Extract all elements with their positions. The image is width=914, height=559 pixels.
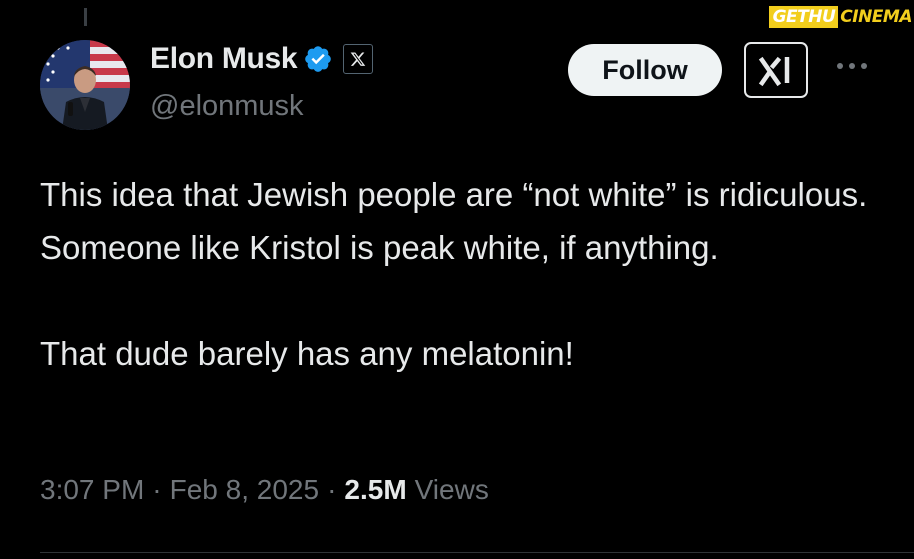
tweet-time[interactable]: 3:07 PM bbox=[40, 474, 144, 506]
tweet-date[interactable]: Feb 8, 2025 bbox=[170, 474, 319, 506]
x-logo-icon[interactable] bbox=[343, 44, 374, 74]
watermark-part-a: GETHU bbox=[768, 6, 839, 28]
verified-badge-icon[interactable] bbox=[303, 44, 333, 74]
avatar[interactable] bbox=[40, 40, 130, 130]
watermark-part-b: CINEMA bbox=[840, 7, 912, 27]
divider bbox=[40, 552, 914, 553]
meta-separator: · bbox=[152, 474, 162, 505]
meta-separator: · bbox=[327, 474, 337, 505]
author-name-row: Elon Musk bbox=[150, 42, 374, 76]
tweet-paragraph-2: That dude barely has any melatonin! bbox=[40, 335, 574, 372]
more-dots-icon[interactable] bbox=[832, 52, 872, 80]
views-label: Views bbox=[414, 474, 489, 505]
author-name[interactable]: Elon Musk bbox=[150, 42, 298, 76]
tweet-paragraph-1: This idea that Jewish people are “not wh… bbox=[40, 176, 868, 266]
author-handle[interactable]: @elonmusk bbox=[150, 90, 304, 123]
views-count: 2.5M bbox=[344, 474, 407, 505]
follow-button[interactable]: Follow bbox=[568, 44, 722, 96]
watermark-logo: GETHU CINEMA bbox=[768, 6, 912, 28]
tweet-body: This idea that Jewish people are “not wh… bbox=[40, 168, 890, 380]
tweet-meta: 3:07 PM · Feb 8, 2025 · 2.5M Views bbox=[40, 474, 489, 506]
grok-icon[interactable] bbox=[744, 42, 808, 98]
thread-connector-line bbox=[84, 8, 87, 26]
